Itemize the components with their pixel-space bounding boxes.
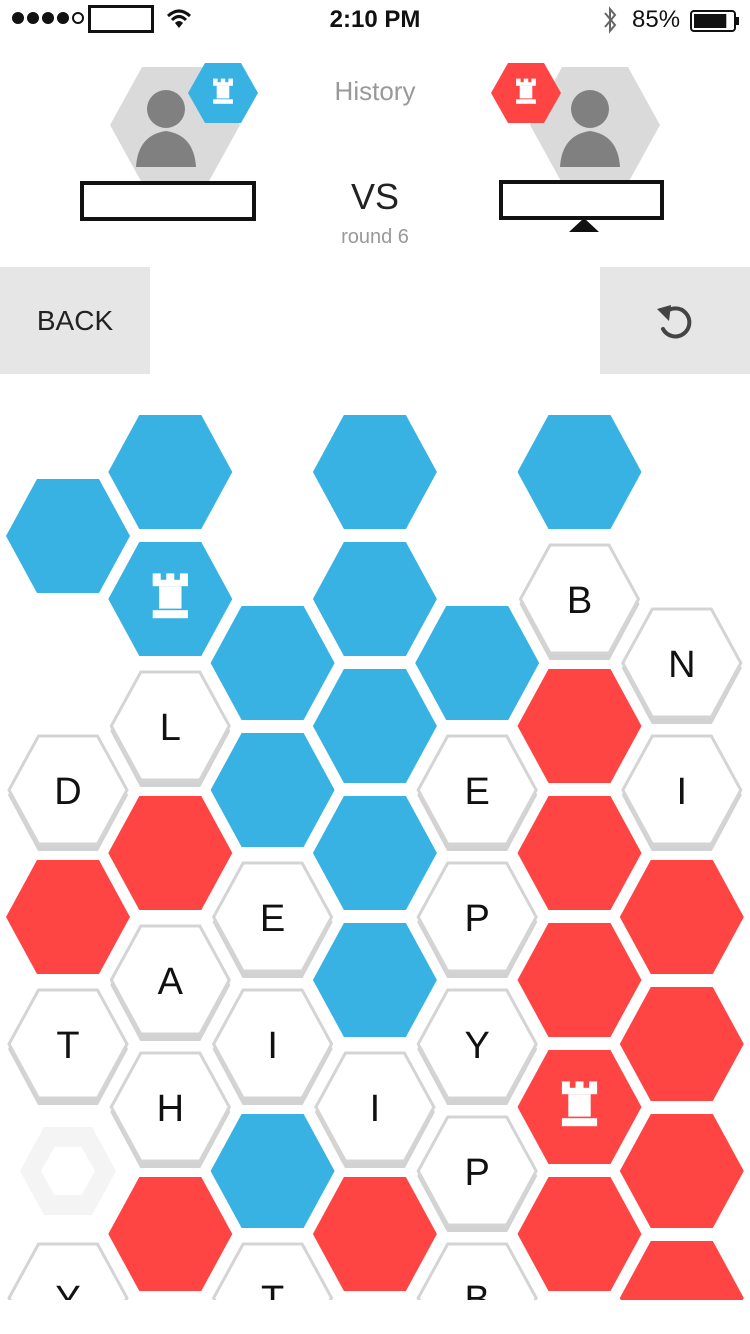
tile-letter: E: [260, 898, 285, 940]
blue-tile[interactable]: [517, 415, 642, 529]
blue-tile[interactable]: [312, 669, 437, 783]
letter-tile[interactable]: A: [109, 924, 232, 1041]
letter-tile[interactable]: P: [416, 861, 538, 978]
tile-letter: P: [465, 898, 490, 940]
letter-tile[interactable]: T: [211, 1242, 334, 1300]
red-tile[interactable]: [517, 796, 642, 910]
battery-percent: 85%: [632, 6, 681, 33]
blue-tile[interactable]: [312, 542, 437, 656]
red-tile[interactable]: [619, 987, 744, 1101]
tile-letter: D: [54, 771, 81, 813]
red-tile[interactable]: [517, 1050, 642, 1164]
tile-letter: T: [56, 1025, 79, 1067]
red-tile[interactable]: [517, 1177, 642, 1291]
blue-tile[interactable]: [210, 606, 335, 720]
blue-tile[interactable]: [312, 796, 437, 910]
undo-button[interactable]: [600, 267, 750, 374]
undo-icon: [657, 304, 692, 338]
letter-tile[interactable]: E: [211, 861, 334, 978]
tile-letter: B: [567, 580, 592, 622]
back-button[interactable]: BACK: [0, 267, 150, 374]
tile-letter: B: [465, 1279, 490, 1300]
letter-tile[interactable]: B: [416, 1242, 538, 1300]
blue-tile[interactable]: [415, 606, 540, 720]
letter-tile[interactable]: L: [109, 670, 232, 787]
vs-label: VS: [350, 176, 400, 217]
letter-tile[interactable]: P: [416, 1115, 538, 1232]
empty-tile-slot: [20, 1127, 116, 1215]
letter-tile[interactable]: B: [518, 543, 641, 660]
red-tile[interactable]: [619, 860, 744, 974]
tile-letter: I: [677, 771, 688, 813]
letter-tile[interactable]: H: [109, 1051, 232, 1168]
tile-letter: T: [261, 1279, 284, 1300]
tile-letter: Y: [465, 1025, 490, 1067]
letter-tile[interactable]: Y: [7, 1242, 129, 1300]
left-player-name: [80, 181, 256, 221]
red-tile[interactable]: [312, 1177, 437, 1291]
blue-tile[interactable]: [312, 923, 437, 1037]
right-player-rook-badge: [491, 63, 561, 123]
tile-letter: P: [465, 1152, 490, 1194]
tile-letter: I: [370, 1088, 381, 1130]
status-bar: 2:10 PM 85%: [0, 0, 750, 40]
bluetooth-icon: [604, 6, 617, 34]
tile-letter: L: [160, 707, 181, 749]
blue-tile[interactable]: [210, 1114, 335, 1228]
red-tile[interactable]: [517, 923, 642, 1037]
right-player-name: [499, 180, 664, 220]
battery-level-fill: [694, 14, 727, 28]
tile-letter: I: [267, 1025, 278, 1067]
red-tile[interactable]: [108, 796, 233, 910]
left-player-rook-badge: [188, 63, 258, 123]
tile-letter: A: [158, 961, 184, 1003]
letter-tile[interactable]: D: [7, 734, 129, 851]
letter-tile[interactable]: I: [211, 988, 334, 1105]
blue-tile[interactable]: [108, 542, 233, 656]
blue-tile[interactable]: [108, 415, 233, 529]
red-tile[interactable]: [6, 860, 130, 974]
battery-icon: [690, 10, 739, 32]
history-title[interactable]: History: [275, 76, 475, 107]
letter-tile[interactable]: N: [621, 607, 743, 724]
red-tile[interactable]: [619, 1114, 744, 1228]
tile-letter: Y: [55, 1279, 80, 1300]
red-tile[interactable]: [108, 1177, 233, 1291]
letter-tile[interactable]: I: [621, 734, 743, 851]
tile-letter: E: [465, 771, 490, 813]
tile-letter: H: [157, 1088, 184, 1130]
game-board: D T Y L A H E I T I E P Y P B B N I: [6, 415, 744, 1300]
tile-letter: N: [668, 644, 695, 686]
letter-tile[interactable]: T: [7, 988, 129, 1105]
current-turn-indicator: [569, 218, 599, 232]
letter-tile[interactable]: I: [314, 1051, 436, 1168]
red-tile[interactable]: [619, 1241, 744, 1300]
blue-tile[interactable]: [210, 733, 335, 847]
blue-tile[interactable]: [312, 415, 437, 529]
round-label: round 6: [341, 226, 409, 248]
letter-tile[interactable]: Y: [416, 988, 538, 1105]
blue-tile[interactable]: [6, 479, 130, 593]
red-tile[interactable]: [517, 669, 642, 783]
letter-tile[interactable]: E: [416, 734, 538, 851]
